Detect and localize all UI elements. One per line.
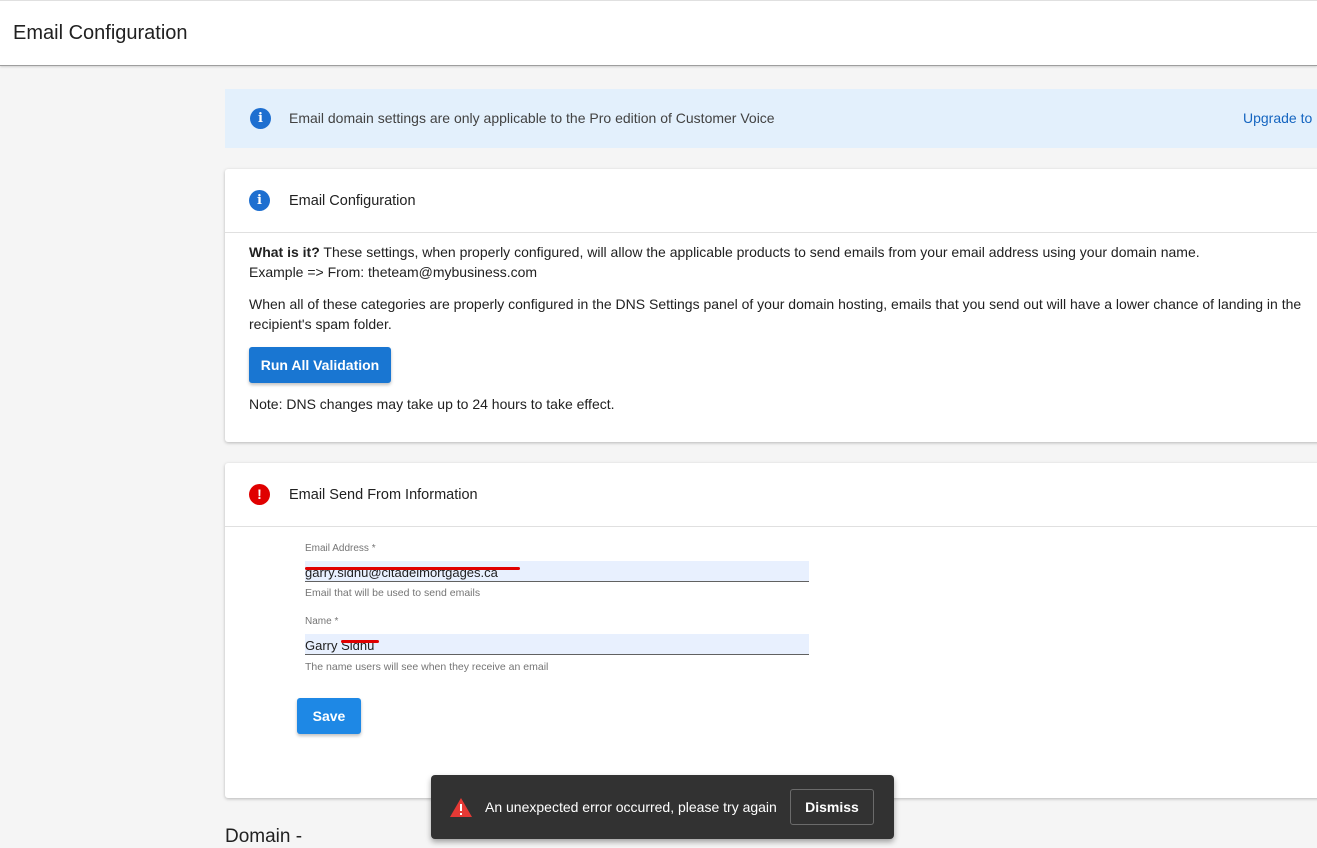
card-title-bold: Send From	[329, 487, 402, 503]
snackbar-message: An unexpected error occurred, please try…	[485, 799, 777, 815]
warning-icon	[450, 798, 472, 817]
email-address-help: Email that will be used to send emails	[305, 587, 481, 599]
what-is-it-paragraph: What is it? These settings, when properl…	[249, 242, 1309, 262]
upgrade-link[interactable]: Upgrade to Pro	[1243, 110, 1317, 126]
info-icon: i	[250, 108, 271, 129]
save-button[interactable]: Save	[297, 698, 361, 734]
name-input[interactable]	[305, 634, 809, 655]
banner-message: Email domain settings are only applicabl…	[289, 110, 775, 126]
categories-paragraph: When all of these categories are properl…	[249, 296, 1302, 332]
error-snackbar: An unexpected error occurred, please try…	[431, 775, 894, 839]
dns-note: Note: DNS changes may take up to 24 hour…	[249, 396, 615, 412]
info-icon: i	[249, 190, 270, 211]
what-is-it-label: What is it?	[249, 244, 320, 260]
pro-edition-banner: i Email domain settings are only applica…	[225, 89, 1317, 148]
card-title: Email Configuration	[289, 193, 416, 209]
redaction-mark	[305, 567, 520, 570]
page-title: Email Configuration	[13, 22, 188, 44]
name-label: Name *	[305, 616, 339, 627]
run-all-validation-button[interactable]: Run All Validation	[249, 347, 391, 383]
error-icon: !	[249, 484, 270, 505]
name-help: The name users will see when they receiv…	[305, 661, 549, 673]
card-title-prefix: Email	[289, 487, 330, 503]
top-app-bar: Email Configuration	[0, 0, 1317, 66]
email-address-input[interactable]	[305, 561, 809, 582]
example-text: Example => From: theteam@mybusiness.com	[249, 264, 538, 280]
domain-heading: Domain -	[225, 826, 303, 847]
card-title: Email Send From Information	[289, 487, 478, 503]
what-is-it-text: These settings, when properly configured…	[319, 244, 1200, 260]
dismiss-button[interactable]: Dismiss	[790, 789, 874, 825]
card-title-suffix: Information	[401, 487, 478, 503]
email-address-label: Email Address *	[305, 543, 376, 554]
card-header: i Email Configuration	[225, 169, 1317, 233]
redaction-mark	[341, 640, 379, 643]
card-header: ! Email Send From Information	[225, 463, 1317, 527]
email-send-from-card: ! Email Send From Information Email Addr…	[225, 463, 1317, 798]
email-configuration-card: i Email Configuration What is it? These …	[225, 169, 1317, 442]
